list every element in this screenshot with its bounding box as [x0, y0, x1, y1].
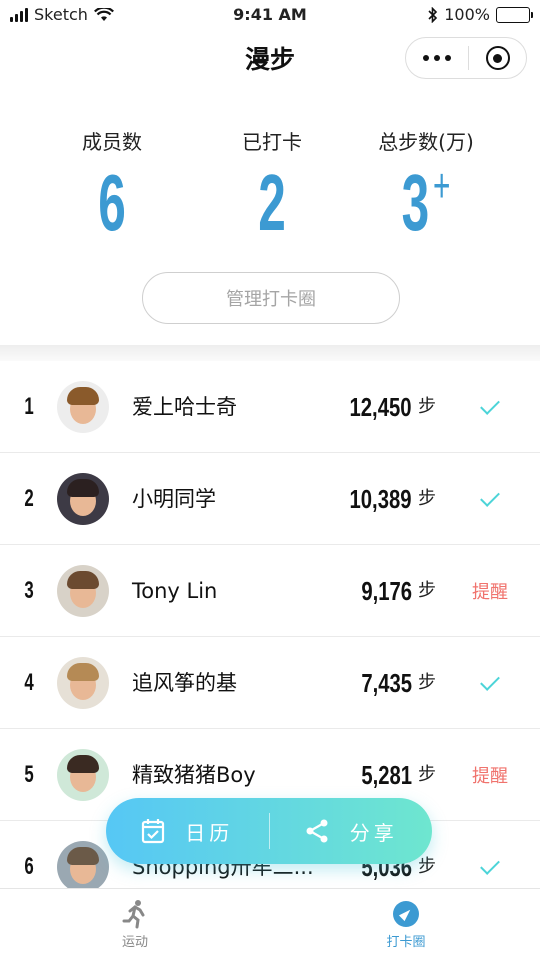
step-count: 10,389: [349, 484, 412, 514]
calendar-label: 日历: [185, 820, 234, 845]
stat-label: 成员数: [82, 130, 142, 154]
calendar-button[interactable]: 日历: [106, 817, 269, 846]
remind-button[interactable]: 提醒: [472, 578, 508, 604]
check-icon: [480, 671, 500, 691]
battery-percent: 100%: [444, 5, 490, 24]
status-right: 100%: [428, 5, 533, 24]
avatar[interactable]: [57, 565, 109, 617]
avatar[interactable]: [57, 657, 109, 709]
mini-program-capsule: [405, 37, 527, 79]
stat-value: 2: [258, 158, 286, 247]
avatar[interactable]: [57, 841, 109, 893]
stat-label: 已打卡: [242, 130, 302, 154]
stat-label: 总步数(万): [378, 130, 474, 154]
checkin-status: 提醒: [466, 729, 514, 821]
checkin-status: [466, 637, 514, 729]
stat-checked-in: 已打卡 2: [182, 126, 362, 243]
tab-checkin-circle[interactable]: 打卡圈: [366, 897, 446, 950]
rank-number: 1: [24, 393, 34, 420]
calendar-check-icon: [142, 819, 165, 844]
share-button[interactable]: 分享: [270, 817, 433, 846]
battery-icon: [496, 6, 533, 23]
member-row[interactable]: 2 小明同学 10,389 步: [0, 453, 540, 545]
stat-members: 成员数 6: [22, 126, 202, 243]
stats-panel: 成员数 6 已打卡 2 总步数(万) 3+ 管理打卡圈: [0, 100, 540, 350]
rank-number: 5: [24, 761, 34, 788]
step-unit: 步: [418, 488, 436, 509]
checkin-status: 提醒: [466, 545, 514, 637]
member-name: 爱上哈士奇: [132, 395, 237, 419]
step-count: 7,435: [361, 668, 412, 698]
check-icon: [480, 395, 500, 415]
check-icon: [480, 855, 500, 875]
rank-number: 2: [24, 485, 34, 512]
share-icon: [306, 819, 328, 843]
rank-number: 4: [24, 669, 34, 696]
stat-value: 3+: [401, 158, 451, 247]
checkin-status: [466, 453, 514, 545]
manage-circle-button[interactable]: 管理打卡圈: [142, 272, 400, 324]
status-bar: Sketch 9:41 AM 100%: [0, 0, 540, 30]
tab-label: 打卡圈: [386, 935, 426, 950]
member-name: 追风筝的基: [132, 671, 237, 695]
rank-number: 3: [24, 577, 34, 604]
more-dots-icon[interactable]: [406, 55, 468, 61]
member-row[interactable]: 3 Tony Lin 9,176 步 提醒: [0, 545, 540, 637]
compass-icon: [393, 901, 419, 927]
section-divider: [0, 345, 540, 361]
member-name: 小明同学: [132, 487, 216, 511]
tab-exercise[interactable]: 运动: [95, 897, 175, 950]
member-name: Tony Lin: [132, 579, 218, 603]
tab-label: 运动: [121, 935, 148, 950]
remind-button[interactable]: 提醒: [472, 762, 508, 788]
avatar[interactable]: [57, 473, 109, 525]
step-unit: 步: [418, 580, 436, 601]
step-count: 9,176: [361, 576, 412, 606]
running-person-icon: [95, 897, 175, 931]
tab-bar: 运动 打卡圈: [0, 888, 540, 960]
step-unit: 步: [418, 672, 436, 693]
target-circle-icon: [485, 46, 510, 70]
share-label: 分享: [349, 820, 398, 845]
step-unit: 步: [418, 396, 436, 417]
floating-action-bar: 日历 分享: [106, 798, 432, 864]
plus-sign: +: [432, 160, 451, 213]
bluetooth-icon: [428, 6, 438, 23]
avatar[interactable]: [57, 749, 109, 801]
stat-value: 6: [98, 158, 126, 247]
check-icon: [480, 487, 500, 507]
checkin-status: [466, 361, 514, 453]
avatar[interactable]: [57, 381, 109, 433]
member-row[interactable]: 4 追风筝的基 7,435 步: [0, 637, 540, 729]
member-row[interactable]: 1 爱上哈士奇 12,450 步: [0, 361, 540, 453]
close-button[interactable]: [469, 46, 526, 70]
step-count: 12,450: [349, 392, 412, 422]
stat-total-steps: 总步数(万) 3+: [336, 126, 516, 243]
